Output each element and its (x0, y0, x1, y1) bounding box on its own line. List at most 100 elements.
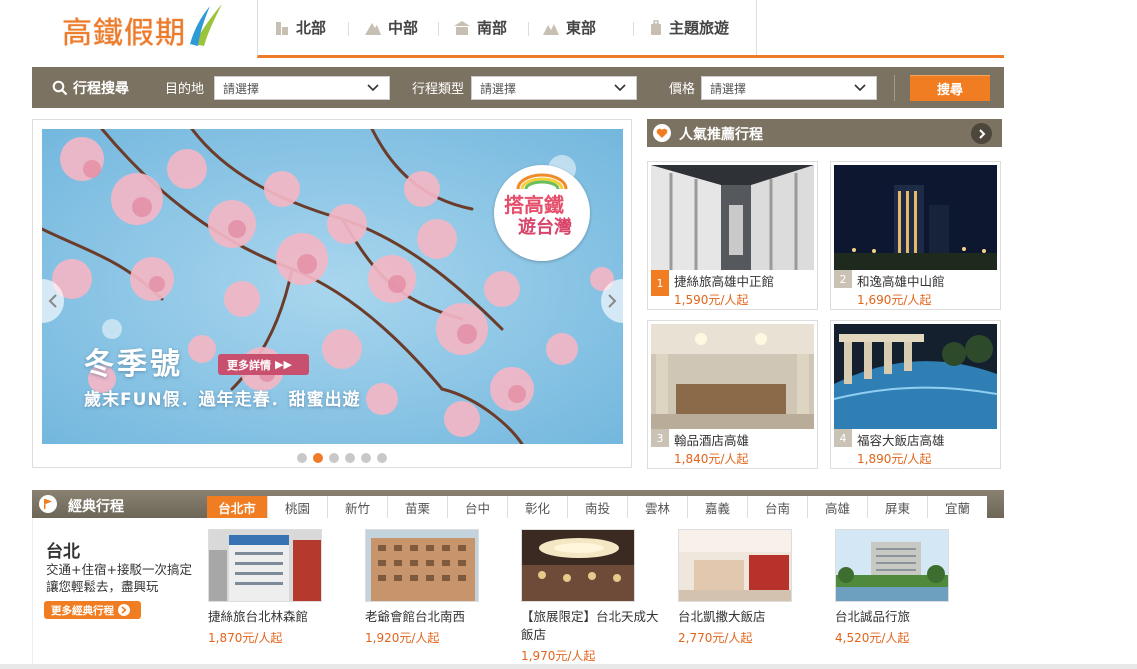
carousel-dot[interactable] (313, 453, 323, 463)
classic-tour-name: 台北誠品行旅 (835, 609, 911, 624)
nav-south[interactable]: 南部 (453, 0, 507, 55)
classic-more-button[interactable]: 更多經典行程 (44, 601, 141, 619)
hotel-photo (521, 529, 635, 602)
rank-badge: 1 (651, 270, 669, 296)
rank-badge: 4 (834, 429, 852, 447)
classic-body: 台北 交通+住宿+接駁一次搞定 讓您輕鬆去，盡興玩 更多經典行程 捷絲旅台北林森… (32, 518, 1004, 669)
banner-carousel: 搭高鐵 遊台灣 冬季號 更多詳情 ▶▶ 歲末FUN假．過年走春．甜蜜出遊 (32, 119, 632, 468)
carousel-dot[interactable] (297, 453, 307, 463)
search-icon (52, 80, 68, 95)
badge-line2: 遊台灣 (518, 217, 572, 238)
nav-north[interactable]: 北部 (274, 0, 326, 55)
double-chevron-icon: ▶▶ (275, 358, 292, 371)
chevron-down-icon (614, 84, 626, 92)
type-label: 行程類型 (412, 82, 465, 97)
chevron-right-circle-icon (118, 604, 130, 616)
destination-label: 目的地 (165, 82, 205, 97)
search-heading: 行程搜尋 (52, 67, 129, 108)
temple-icon (454, 20, 470, 35)
popular-card[interactable]: 4 福容大飯店高雄 1,890元/人起 (830, 320, 1001, 469)
price-label: 價格 (669, 82, 696, 97)
city-tab[interactable]: 彰化 (507, 496, 567, 518)
chevron-left-icon (48, 294, 57, 308)
classic-city: 台北 (46, 542, 80, 562)
classic-tour-name: 台北凱撒大飯店 (678, 609, 766, 624)
type-select[interactable]: 請選擇 (471, 76, 637, 100)
city-tab[interactable]: 屏東 (867, 496, 927, 518)
city-tab[interactable]: 雲林 (627, 496, 687, 518)
chevron-down-icon (854, 84, 866, 92)
flag-icon (39, 495, 57, 513)
classic-tour-card[interactable]: 老爺會館台北南西 1,920元/人起 (365, 529, 513, 646)
heart-icon (653, 124, 671, 142)
city-tab[interactable]: 台北市 (207, 496, 267, 518)
classic-desc-line1: 交通+住宿+接駁一次搞定 (46, 562, 192, 577)
site-logo[interactable]: 高鐵假期 (62, 8, 186, 52)
popular-name: 福容大飯店高雄 (857, 433, 945, 448)
popular-card[interactable]: 1 捷絲旅高雄中正館 1,590元/人起 (647, 161, 818, 310)
rank-badge: 3 (651, 429, 669, 447)
classic-tour-card[interactable]: 台北凱撒大飯店 2,770元/人起 (678, 529, 826, 646)
city-tab[interactable]: 苗栗 (387, 496, 447, 518)
city-tab[interactable]: 南投 (567, 496, 627, 518)
banner-more-button[interactable]: 更多詳情 ▶▶ (218, 354, 309, 375)
region-nav: 北部 中部 南部 東部 主題旅遊 (257, 0, 1004, 58)
chevron-down-icon (367, 84, 379, 92)
classic-tour-name: 【旅展限定】台北天成大飯店 (521, 609, 659, 642)
city-tab[interactable]: 宜蘭 (927, 496, 987, 518)
classic-desc-line2: 讓您輕鬆去，盡興玩 (46, 579, 159, 594)
search-button[interactable]: 搜尋 (910, 75, 990, 101)
banner-image[interactable]: 搭高鐵 遊台灣 冬季號 更多詳情 ▶▶ 歲末FUN假．過年走春．甜蜜出遊 (42, 129, 623, 444)
city-tab[interactable]: 台南 (747, 496, 807, 518)
city-tab[interactable]: 台中 (447, 496, 507, 518)
carousel-dot[interactable] (361, 453, 371, 463)
classic-tour-card[interactable]: 台北誠品行旅 4,520元/人起 (835, 529, 983, 646)
hotel-photo (651, 165, 814, 270)
classic-title: 經典行程 (68, 499, 124, 515)
classic-tour-price: 4,520元/人起 (835, 631, 910, 645)
classic-tour-name: 老爺會館台北南西 (365, 609, 466, 624)
classic-tour-price: 1,870元/人起 (208, 631, 283, 645)
carousel-dot[interactable] (329, 453, 339, 463)
nav-theme[interactable]: 主題旅遊 (649, 0, 729, 55)
popular-price: 1,890元/人起 (857, 452, 932, 466)
hotel-photo (834, 165, 997, 270)
popular-name: 翰品酒店高雄 (674, 433, 750, 448)
nav-east[interactable]: 東部 (542, 0, 596, 55)
hotel-photo (834, 324, 997, 429)
mountain-icon (365, 22, 381, 35)
hotel-photo (651, 324, 814, 429)
nav-south-label: 南部 (477, 19, 508, 37)
popular-title: 人氣推薦行程 (679, 127, 763, 143)
popular-price: 1,590元/人起 (674, 293, 749, 307)
chevron-right-icon (978, 128, 985, 139)
classic-desc: 交通+住宿+接駁一次搞定 讓您輕鬆去，盡興玩 (46, 561, 192, 595)
carousel-dot[interactable] (345, 453, 355, 463)
nav-north-label: 北部 (296, 19, 327, 37)
classic-tour-card[interactable]: 捷絲旅台北林森館 1,870元/人起 (208, 529, 356, 646)
popular-card[interactable]: 3 翰品酒店高雄 1,840元/人起 (647, 320, 818, 469)
page-root: { "header": { "logo_text": "高鐵假期", "nav"… (0, 0, 1137, 669)
promo-badge: 搭高鐵 遊台灣 (494, 165, 590, 261)
popular-card[interactable]: 2 和逸高雄中山館 1,690元/人起 (830, 161, 1001, 310)
city-tab[interactable]: 新竹 (327, 496, 387, 518)
carousel-dot[interactable] (377, 453, 387, 463)
nav-central[interactable]: 中部 (364, 0, 418, 55)
chevron-right-icon (608, 294, 617, 308)
city-tab[interactable]: 高雄 (807, 496, 867, 518)
destination-select[interactable]: 請選擇 (214, 76, 390, 100)
city-tab[interactable]: 嘉義 (687, 496, 747, 518)
nav-central-label: 中部 (388, 19, 419, 37)
banner-subtitle: 歲末FUN假．過年走春．甜蜜出遊 (84, 390, 361, 410)
price-value: 請選擇 (710, 81, 747, 96)
price-select[interactable]: 請選擇 (701, 76, 877, 100)
classic-tour-card[interactable]: 【旅展限定】台北天成大飯店 1,970元/人起 (521, 529, 661, 664)
classic-tour-price: 1,920元/人起 (365, 631, 440, 645)
hotel-photo (678, 529, 792, 602)
hotel-photo (208, 529, 322, 602)
classic-more-label: 更多經典行程 (51, 604, 114, 617)
popular-next-button[interactable] (971, 123, 992, 144)
city-tab[interactable]: 桃園 (267, 496, 327, 518)
popular-header: 人氣推薦行程 (647, 119, 1002, 147)
banner-title: 冬季號 (84, 347, 183, 382)
